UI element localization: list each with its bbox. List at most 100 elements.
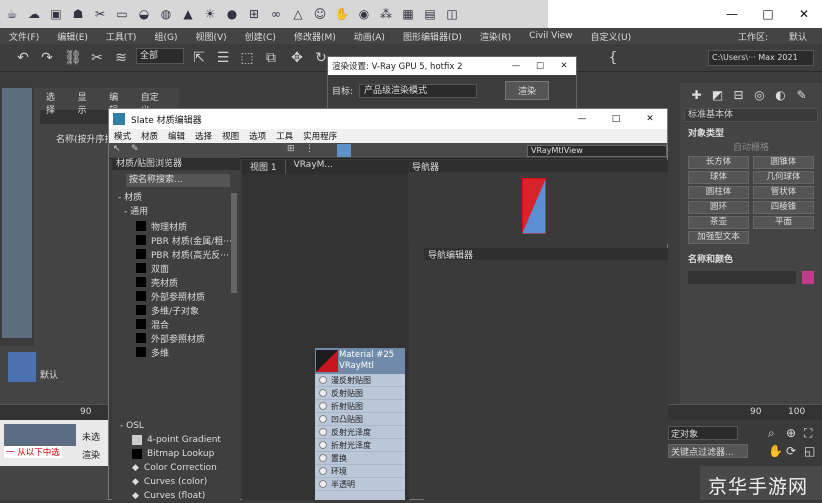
slot-socket-icon[interactable] xyxy=(319,402,327,410)
list-item[interactable]: 混合 xyxy=(112,317,240,331)
rectangle-icon[interactable]: ▭ xyxy=(112,4,132,24)
window-crossing-icon[interactable]: ⧉ xyxy=(262,49,280,67)
tab-select[interactable]: 选择 xyxy=(46,90,64,116)
render-button[interactable]: 渲染 xyxy=(505,81,550,100)
auto-grid-checkbox[interactable]: 自动栅格 xyxy=(680,139,822,154)
menu-views[interactable]: 视图(V) xyxy=(186,30,235,43)
menu-tools[interactable]: 工具(T) xyxy=(97,30,146,43)
object-type-header[interactable]: 对象类型 xyxy=(680,122,822,139)
grid-icon[interactable]: ⊞ xyxy=(244,4,264,24)
tube-button[interactable]: 管状体 xyxy=(753,186,814,199)
maximize-viewport-icon[interactable]: ◱ xyxy=(804,444,815,458)
maximize-button[interactable]: □ xyxy=(750,7,786,21)
selection-filter-dropdown[interactable]: 全部 xyxy=(136,48,184,64)
menu-graph-editors[interactable]: 图形编辑器(D) xyxy=(394,30,471,43)
cone-button[interactable]: 圆锥体 xyxy=(753,156,814,169)
menu-edit[interactable]: 编辑(E) xyxy=(48,30,97,43)
node-slot[interactable]: 折射贴图 xyxy=(315,400,405,413)
node-slot[interactable]: 反射光泽度 xyxy=(315,426,405,439)
create-tab-icon[interactable]: ✚ xyxy=(688,88,705,103)
tab-view-1[interactable]: 视图 1 xyxy=(242,160,286,174)
timeline-left[interactable]: 90 xyxy=(0,404,112,420)
slate-select-tool-icon[interactable]: ↖ xyxy=(113,144,121,154)
globe-icon[interactable]: ◉ xyxy=(354,4,374,24)
sphere-button[interactable]: 球体 xyxy=(688,171,749,184)
project-path-field[interactable]: C:\Users\··· Max 2021 xyxy=(708,50,814,66)
slate-menu-tools[interactable]: 工具 xyxy=(271,130,298,142)
slot-socket-icon[interactable] xyxy=(319,467,327,475)
category-material[interactable]: - 材质 xyxy=(112,191,240,205)
slot-socket-icon[interactable] xyxy=(319,441,327,449)
unlink-icon[interactable]: ✂ xyxy=(88,49,106,67)
list-item[interactable]: 多维 xyxy=(112,345,240,359)
list-item[interactable]: Bitmap Lookup xyxy=(112,447,240,461)
menu-file[interactable]: 文件(F) xyxy=(0,30,48,43)
teapot-icon[interactable]: ☕ xyxy=(2,4,22,24)
torus-button[interactable]: 圆环 xyxy=(688,201,749,214)
rect-selection-icon[interactable]: ⬚ xyxy=(238,49,256,67)
trash-icon[interactable]: ▤ xyxy=(420,4,440,24)
slot-socket-icon[interactable] xyxy=(319,389,327,397)
list-item[interactable]: 多维/子对象 xyxy=(112,303,240,317)
slate-menu-edit[interactable]: 编辑 xyxy=(163,130,190,142)
slot-socket-icon[interactable] xyxy=(319,376,327,384)
menu-customize[interactable]: 自定义(U) xyxy=(582,30,641,43)
motion-tab-icon[interactable]: ◎ xyxy=(751,88,768,103)
timeline-right[interactable]: 90 100 xyxy=(668,404,822,420)
tab-vraymtl[interactable]: VRayM... xyxy=(286,160,341,174)
slate-menu-select[interactable]: 选择 xyxy=(190,130,217,142)
slot-socket-icon[interactable] xyxy=(319,415,327,423)
slate-menu-utilities[interactable]: 实用程序 xyxy=(298,130,342,142)
list-item[interactable]: 壳材质 xyxy=(112,275,240,289)
slate-minimize[interactable]: — xyxy=(565,114,599,124)
menu-create[interactable]: 创建(C) xyxy=(236,30,285,43)
display-tab-icon[interactable]: ◐ xyxy=(772,88,789,103)
render-dialog-maximize[interactable]: □ xyxy=(528,61,552,71)
pan-icon[interactable]: ✋ xyxy=(768,444,783,458)
tab-display[interactable]: 显示 xyxy=(78,90,96,116)
node-slot[interactable]: 凹凸贴图 xyxy=(315,413,405,426)
node-slot[interactable]: 漫反射贴图 xyxy=(315,374,405,387)
list-item[interactable]: PBR 材质(金属/粗··· xyxy=(112,233,240,247)
tab-edit[interactable]: 编辑 xyxy=(109,90,127,116)
render-dialog-minimize[interactable]: — xyxy=(504,61,528,71)
cloud-icon[interactable]: ☁ xyxy=(24,4,44,24)
text-plus-button[interactable]: 加强型文本 xyxy=(688,231,749,244)
slot-socket-icon[interactable] xyxy=(319,480,327,488)
utilities-tab-icon[interactable]: ✎ xyxy=(793,88,810,103)
list-item[interactable]: 外部参照材质 xyxy=(112,331,240,345)
orbit-icon[interactable]: ⟳ xyxy=(786,444,796,458)
triangle-icon[interactable]: △ xyxy=(288,4,308,24)
render-dialog-close[interactable]: ✕ xyxy=(552,61,576,71)
list-item[interactable]: ◆ Color Correction xyxy=(112,461,240,475)
menu-modifiers[interactable]: 修改器(M) xyxy=(285,30,345,43)
slot-socket-icon[interactable] xyxy=(319,454,327,462)
node-slot[interactable]: 置换 xyxy=(315,452,405,465)
browser-search[interactable]: 按名称搜索... xyxy=(126,174,230,187)
category-general[interactable]: - 通用 xyxy=(112,205,240,219)
minimize-button[interactable]: — xyxy=(714,7,750,21)
modify-tab-icon[interactable]: ◩ xyxy=(709,88,726,103)
image-icon[interactable]: ▣ xyxy=(46,4,66,24)
list-item[interactable]: ◆ Curves (color) xyxy=(112,475,240,489)
list-item[interactable]: 外部参照材质 xyxy=(112,289,240,303)
plane-button[interactable]: 平面 xyxy=(753,216,814,229)
hand-icon[interactable]: ✋ xyxy=(332,4,352,24)
slot-socket-icon[interactable] xyxy=(319,428,327,436)
checker-icon[interactable]: ▦ xyxy=(398,4,418,24)
slate-menu-options[interactable]: 选项 xyxy=(244,130,271,142)
sphere-icon[interactable]: ● xyxy=(222,4,242,24)
camera-icon[interactable]: ◫ xyxy=(442,4,462,24)
dome-icon[interactable]: ◒ xyxy=(134,4,154,24)
scissors-icon[interactable]: ✂ xyxy=(90,4,110,24)
cylinder-button[interactable]: 圆柱体 xyxy=(688,186,749,199)
box-button[interactable]: 长方体 xyxy=(688,156,749,169)
tab-customize[interactable]: 自定义 xyxy=(141,90,167,116)
zoom-icon[interactable]: ⌕ xyxy=(768,426,775,441)
list-item[interactable]: ◆ Curves (float) xyxy=(112,489,240,503)
slate-menu-modes[interactable]: 模式 xyxy=(109,130,136,142)
close-button[interactable]: ✕ xyxy=(786,7,822,21)
person-icon[interactable]: ☺ xyxy=(310,4,330,24)
menu-rendering[interactable]: 渲染(R) xyxy=(471,30,520,43)
list-item[interactable]: PBR 材质(高光反··· xyxy=(112,247,240,261)
